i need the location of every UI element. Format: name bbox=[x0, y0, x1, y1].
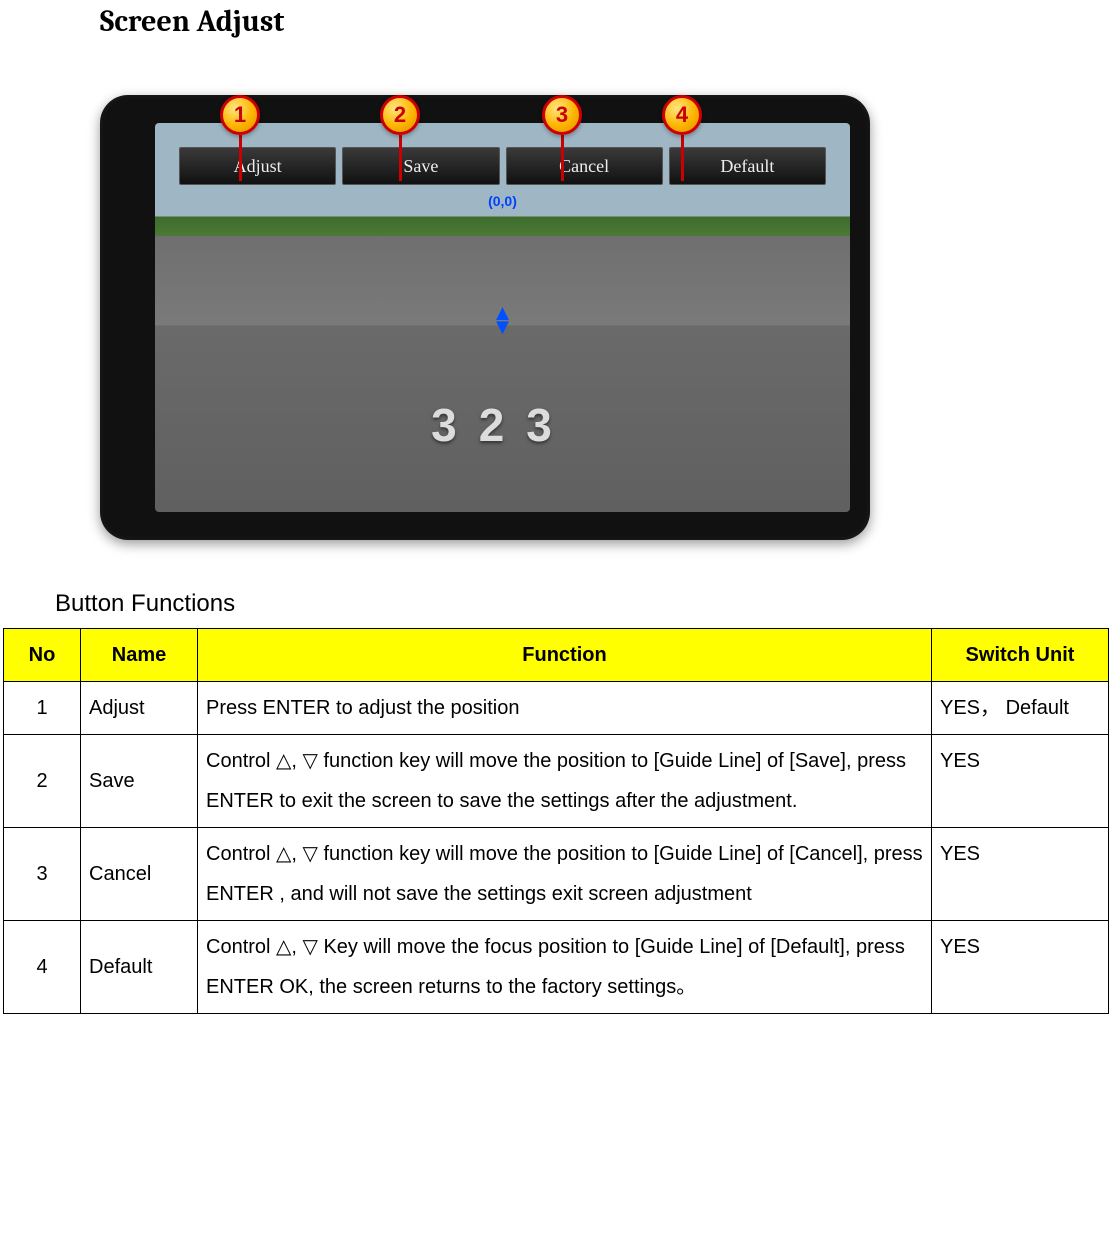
cell-name: Save bbox=[81, 735, 198, 828]
table-row: 2 Save Control △, ▽ function key will mo… bbox=[4, 735, 1109, 828]
th-name: Name bbox=[81, 629, 198, 682]
pavement-number: 323 bbox=[155, 398, 850, 452]
cell-name: Default bbox=[81, 921, 198, 1014]
coordinate-label: (0,0) bbox=[155, 193, 850, 209]
cell-no: 4 bbox=[4, 921, 81, 1014]
table-row: 4 Default Control △, ▽ Key will move the… bbox=[4, 921, 1109, 1014]
menu-default-button[interactable]: Default bbox=[669, 147, 826, 185]
menu-save-button[interactable]: Save bbox=[342, 147, 499, 185]
th-func: Function bbox=[198, 629, 932, 682]
cell-func: Control △, ▽ function key will move the … bbox=[198, 828, 932, 921]
page-title: Screen Adjust bbox=[0, 0, 1112, 39]
cell-switch: YES bbox=[932, 921, 1109, 1014]
cell-switch: YES， Default bbox=[932, 682, 1109, 735]
cell-name: Adjust bbox=[81, 682, 198, 735]
th-switch: Switch Unit bbox=[932, 629, 1109, 682]
cell-no: 1 bbox=[4, 682, 81, 735]
table-subtitle: Button Functions bbox=[0, 540, 1112, 628]
cell-switch: YES bbox=[932, 828, 1109, 921]
cell-func: Control △, ▽ function key will move the … bbox=[198, 735, 932, 828]
menu-adjust-button[interactable]: Adjust bbox=[179, 147, 336, 185]
device-screen: Adjust Save Cancel Default (0,0) ▲▼ 323 bbox=[155, 123, 850, 512]
device-frame: Adjust Save Cancel Default (0,0) ▲▼ 323 bbox=[100, 95, 870, 540]
device-illustration: 1 2 3 4 Adjust Save Cancel Default (0,0)… bbox=[100, 95, 870, 540]
button-functions-table: No Name Function Switch Unit 1 Adjust Pr… bbox=[3, 628, 1109, 1014]
table-row: 3 Cancel Control △, ▽ function key will … bbox=[4, 828, 1109, 921]
cell-name: Cancel bbox=[81, 828, 198, 921]
table-row: 1 Adjust Press ENTER to adjust the posit… bbox=[4, 682, 1109, 735]
cell-no: 3 bbox=[4, 828, 81, 921]
menu-cancel-button[interactable]: Cancel bbox=[506, 147, 663, 185]
cell-switch: YES bbox=[932, 735, 1109, 828]
cell-func: Press ENTER to adjust the position bbox=[198, 682, 932, 735]
cell-func: Control △, ▽ Key will move the focus pos… bbox=[198, 921, 932, 1014]
cell-no: 2 bbox=[4, 735, 81, 828]
adjust-arrows-icon: ▲▼ bbox=[492, 306, 514, 334]
th-no: No bbox=[4, 629, 81, 682]
